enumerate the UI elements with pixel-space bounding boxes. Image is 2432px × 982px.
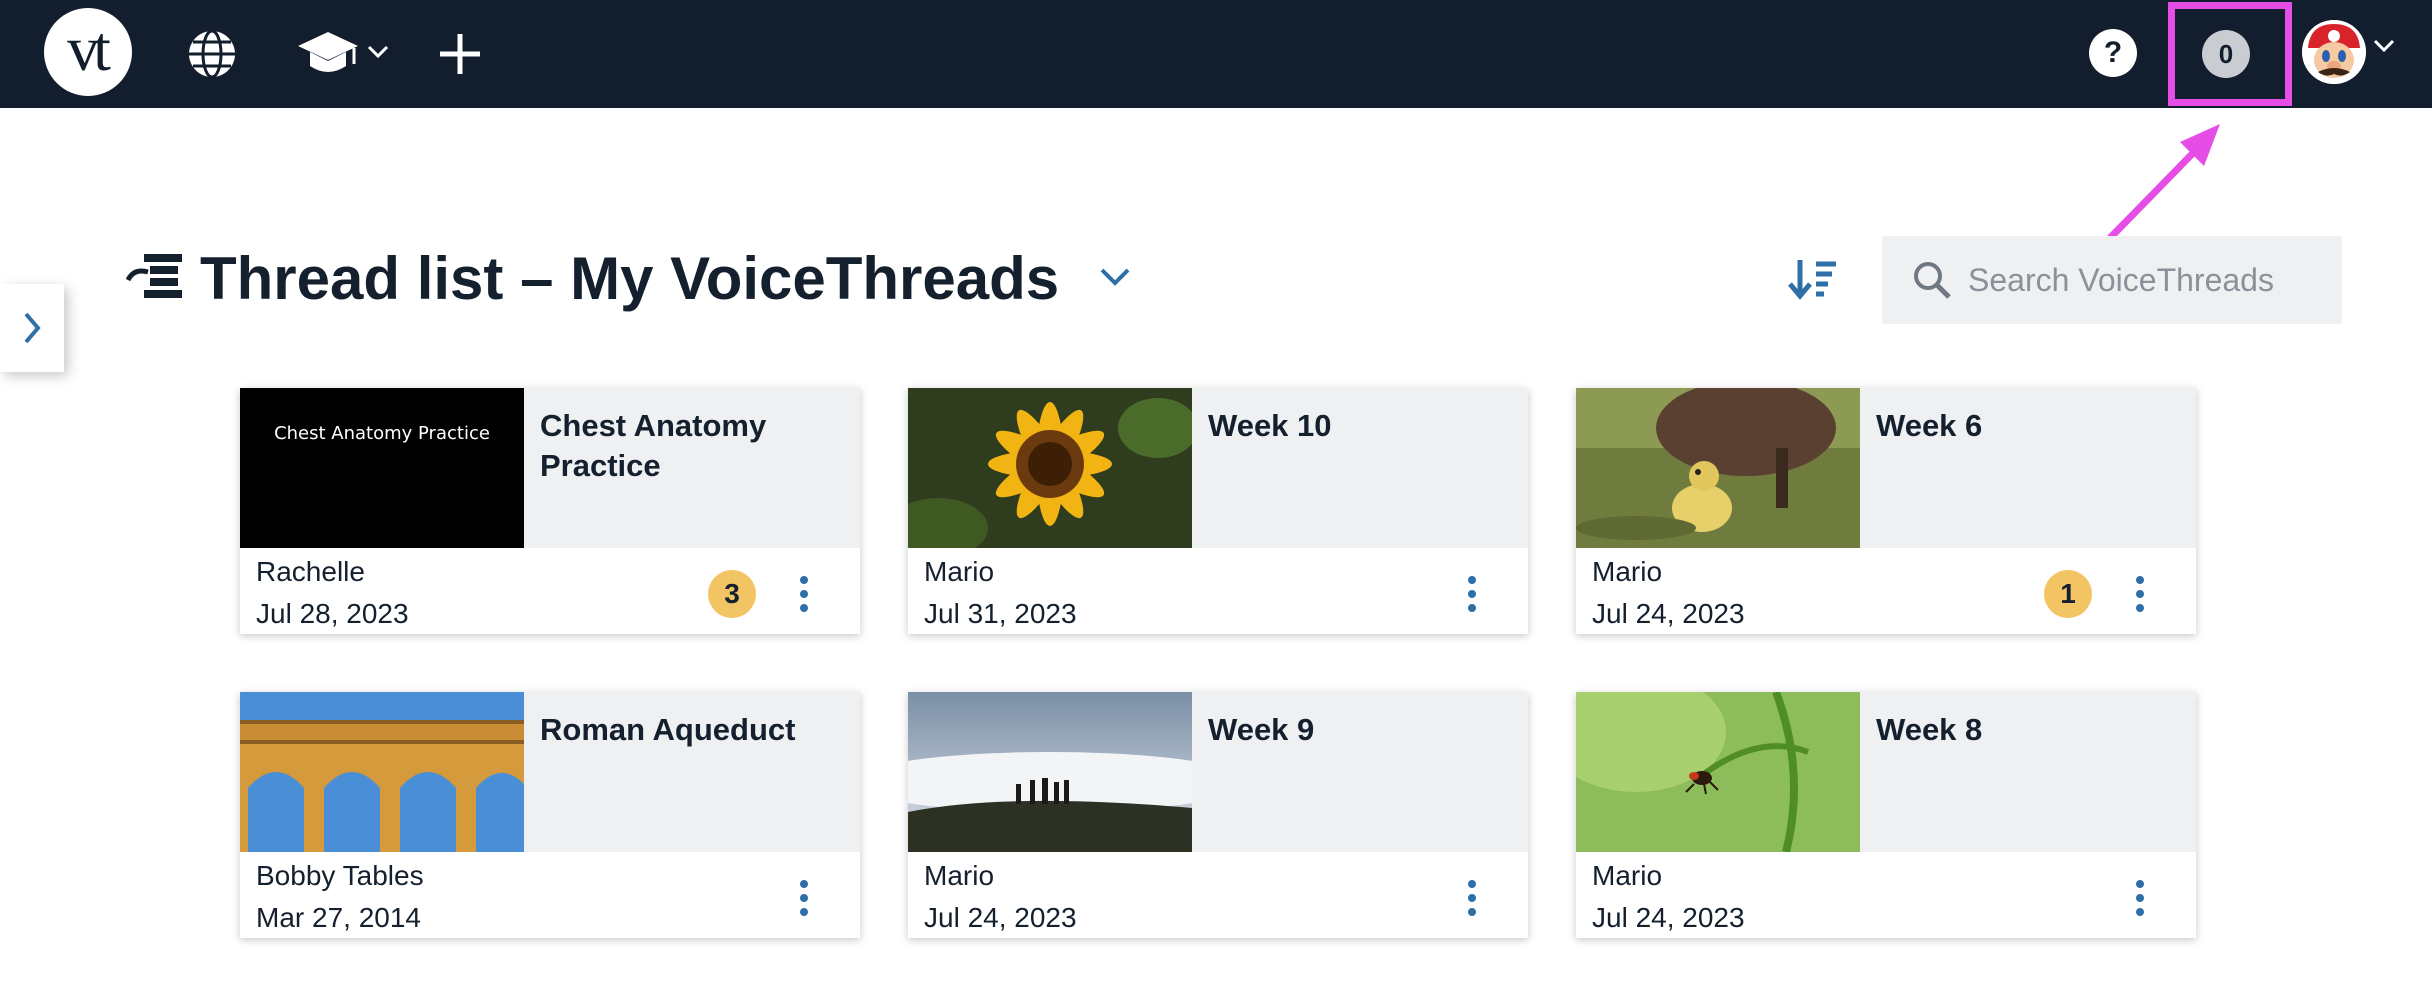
more-options-icon[interactable] — [2128, 572, 2152, 616]
thread-thumbnail[interactable] — [1576, 692, 1860, 852]
more-options-icon[interactable] — [792, 876, 816, 920]
thread-card[interactable]: Chest Anatomy Practice Chest Anatomy Pra… — [240, 388, 860, 634]
thread-title[interactable]: Chest Anatomy Practice — [540, 406, 850, 486]
voicethread-logo[interactable]: vt — [44, 8, 132, 96]
thread-thumbnail[interactable] — [908, 388, 1192, 548]
sort-icon[interactable] — [1788, 254, 1840, 307]
more-options-icon[interactable] — [1460, 876, 1484, 920]
search-input[interactable] — [1968, 254, 2328, 306]
search-box[interactable] — [1882, 236, 2342, 324]
view-chevron-down-icon[interactable] — [1098, 266, 1132, 293]
thread-date: Mar 27, 2014 — [256, 902, 421, 933]
thread-thumbnail[interactable] — [1576, 388, 1860, 548]
thread-owner: Mario — [1592, 556, 1663, 587]
thread-thumbnail[interactable]: Chest Anatomy Practice — [240, 388, 524, 548]
thumbnail-caption: Chest Anatomy Practice — [274, 423, 490, 444]
more-options-icon[interactable] — [2128, 876, 2152, 920]
thread-date: Jul 28, 2023 — [256, 598, 409, 629]
chevron-right-icon — [24, 312, 41, 344]
thread-card[interactable]: Week 9 Mario Jul 24, 2023 — [908, 692, 1528, 938]
thread-owner: Bobby Tables — [256, 860, 424, 891]
thread-list-icon — [125, 250, 186, 311]
logo-text: vt — [67, 13, 111, 84]
thread-owner: Mario — [924, 556, 995, 587]
thread-thumbnail[interactable] — [908, 692, 1192, 852]
comment-count-badge: 3 — [708, 570, 756, 618]
thread-card[interactable]: Week 6 Mario Jul 24, 2023 1 — [1576, 388, 2196, 634]
thread-date: Jul 24, 2023 — [1592, 902, 1745, 933]
thread-card[interactable]: Week 8 Mario Jul 24, 2023 — [1576, 692, 2196, 938]
thread-owner: Mario — [1592, 860, 1663, 891]
search-icon — [1912, 260, 1952, 305]
thread-title[interactable]: Week 9 — [1208, 710, 1518, 750]
thread-title[interactable]: Week 10 — [1208, 406, 1518, 446]
annotation-arrow — [2100, 110, 2240, 255]
thread-thumbnail[interactable] — [240, 692, 524, 852]
thread-date: Jul 24, 2023 — [924, 902, 1077, 933]
thread-date: Jul 31, 2023 — [924, 598, 1077, 629]
globe-icon[interactable] — [186, 28, 238, 80]
thread-date: Jul 24, 2023 — [1592, 598, 1745, 629]
thread-title[interactable]: Roman Aqueduct — [540, 710, 850, 750]
top-bar: vt ? 0 — [0, 0, 2432, 108]
thread-card[interactable]: Roman Aqueduct Bobby Tables Mar 27, 2014 — [240, 692, 860, 938]
chevron-down-icon[interactable] — [366, 44, 390, 60]
user-avatar[interactable] — [2302, 20, 2366, 84]
account-chevron-down-icon[interactable] — [2372, 38, 2396, 59]
thread-card[interactable]: Week 10 Mario Jul 31, 2023 — [908, 388, 1528, 634]
more-options-icon[interactable] — [792, 572, 816, 616]
thread-owner: Rachelle — [256, 556, 365, 587]
sidebar-toggle-button[interactable] — [0, 284, 64, 372]
thread-title[interactable]: Week 6 — [1876, 406, 2186, 446]
annotation-highlight-box — [2168, 2, 2292, 106]
thread-owner: Mario — [924, 860, 995, 891]
plus-icon[interactable] — [436, 30, 484, 78]
graduation-cap-icon[interactable] — [296, 28, 360, 80]
page-title: Thread list – My VoiceThreads — [200, 245, 1060, 312]
comment-count-badge: 1 — [2044, 570, 2092, 618]
help-button[interactable]: ? — [2089, 29, 2137, 77]
thread-title[interactable]: Week 8 — [1876, 710, 2186, 750]
more-options-icon[interactable] — [1460, 572, 1484, 616]
